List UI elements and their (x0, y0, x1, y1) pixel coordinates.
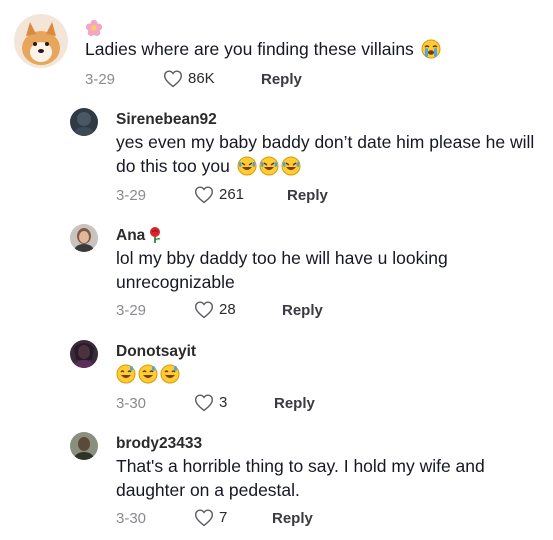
heart-icon (194, 185, 214, 204)
like-count: 86K (188, 70, 215, 87)
comment-date: 3-29 (85, 71, 116, 88)
comment-date: 3-30 (116, 395, 147, 412)
comment-text: That's a horrible thing to say. I hold m… (116, 456, 485, 500)
comment-text: lol my bby daddy too he will have u look… (116, 248, 448, 292)
heart-icon (194, 300, 214, 319)
comment-date: 3-29 (116, 302, 147, 319)
avatar[interactable] (70, 340, 98, 368)
username[interactable]: brody23433 (116, 435, 202, 453)
rolling-laughing-face-icon (237, 156, 257, 176)
rose-icon (147, 226, 163, 244)
like-button[interactable]: 28 (194, 300, 236, 319)
reply-button[interactable]: Reply (274, 395, 315, 412)
avatar[interactable] (70, 432, 98, 460)
comment-text: Ladies where are you finding these villa… (85, 38, 515, 62)
comment-date: 3-29 (116, 187, 147, 204)
avatar[interactable] (70, 108, 98, 136)
rolling-laughing-face-icon (259, 156, 279, 176)
heart-icon (194, 508, 214, 527)
like-button[interactable]: 261 (194, 185, 244, 204)
like-count: 7 (219, 509, 228, 526)
loudly-crying-face-icon (421, 39, 441, 59)
like-button[interactable]: 86K (163, 69, 215, 88)
like-count: 261 (219, 186, 245, 203)
grinning-sweat-face-icon (160, 364, 180, 384)
like-button[interactable]: 7 (194, 508, 227, 527)
comment-text: yes even my baby baddy don’t date him pl… (116, 132, 535, 176)
grinning-sweat-face-icon (116, 364, 136, 384)
like-count: 28 (219, 301, 236, 318)
reply-button[interactable]: Reply (272, 510, 313, 527)
comment-text (116, 363, 316, 387)
username[interactable]: Donotsayit (116, 343, 196, 361)
like-button[interactable]: 3 (194, 393, 227, 412)
flower-icon (85, 19, 103, 37)
heart-icon (163, 69, 183, 88)
reply-button[interactable]: Reply (282, 302, 323, 319)
like-count: 3 (219, 394, 228, 411)
reply-button[interactable]: Reply (287, 187, 328, 204)
avatar[interactable] (14, 14, 68, 68)
rolling-laughing-face-icon (281, 156, 301, 176)
username[interactable]: Sirenebean92 (116, 111, 217, 129)
avatar[interactable] (70, 224, 98, 252)
username[interactable]: Ana (116, 227, 145, 245)
comment-date: 3-30 (116, 510, 147, 527)
heart-icon (194, 393, 214, 412)
reply-button[interactable]: Reply (261, 71, 302, 88)
grinning-sweat-face-icon (138, 364, 158, 384)
